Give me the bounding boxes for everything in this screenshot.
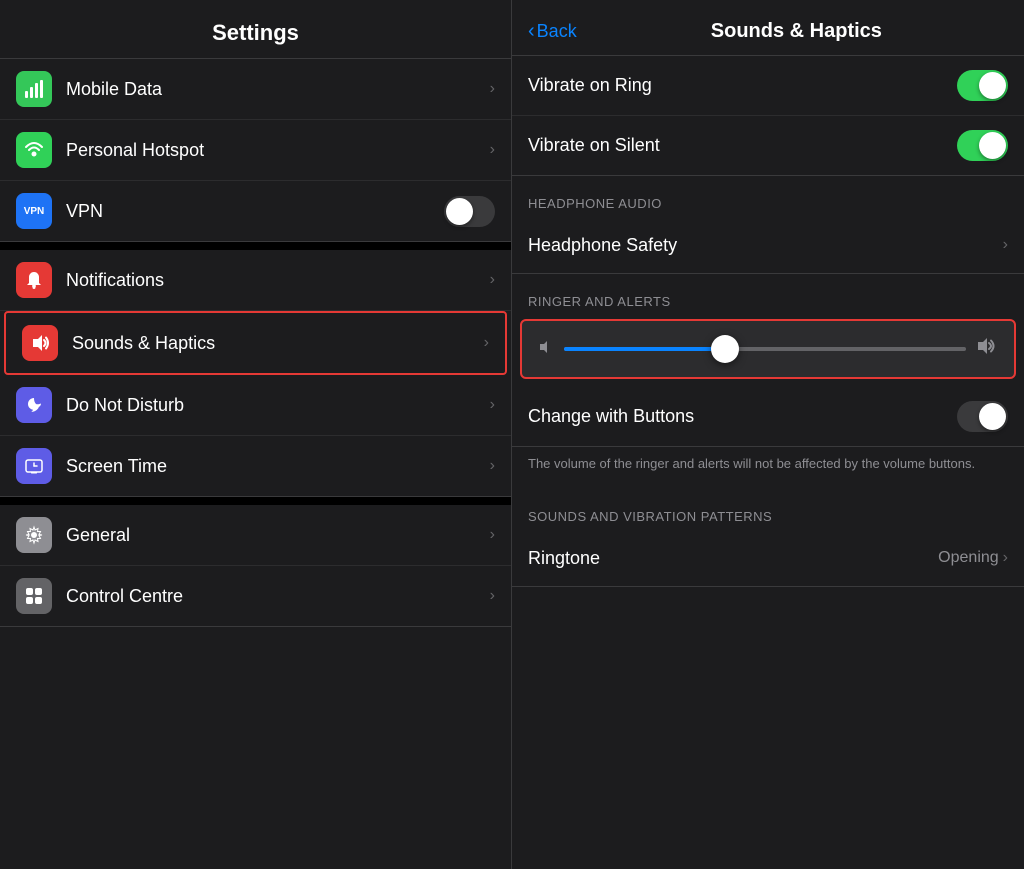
mobile-data-label: Mobile Data — [66, 79, 490, 100]
headphone-safety-chevron: › — [1003, 236, 1008, 254]
sidebar-item-personal-hotspot[interactable]: Personal Hotspot › — [0, 120, 511, 181]
vpn-text: VPN — [24, 206, 45, 217]
vpn-toggle-knob — [446, 198, 473, 225]
ringer-slider-thumb[interactable] — [711, 335, 739, 363]
vibrate-silent-label: Vibrate on Silent — [528, 135, 957, 156]
ringtone-chevron: › — [1003, 549, 1008, 567]
change-with-buttons-label: Change with Buttons — [528, 406, 957, 427]
sidebar-item-do-not-disturb[interactable]: Do Not Disturb › — [0, 375, 511, 436]
headphone-safety-label: Headphone Safety — [528, 235, 1003, 256]
ringtone-item[interactable]: Ringtone Opening › — [512, 530, 1024, 586]
ringer-section-header: RINGER AND ALERTS — [512, 274, 1024, 315]
vibrate-silent-item[interactable]: Vibrate on Silent — [512, 116, 1024, 175]
headphone-section: HEADPHONE AUDIO Headphone Safety › — [512, 176, 1024, 274]
slider-max-icon — [976, 335, 998, 363]
headphone-safety-item[interactable]: Headphone Safety › — [512, 217, 1024, 273]
ringer-slider-wrapper — [512, 319, 1024, 387]
control-centre-chevron: › — [490, 587, 495, 605]
general-chevron: › — [490, 526, 495, 544]
patterns-items: Ringtone Opening › — [512, 530, 1024, 587]
back-chevron-icon: ‹ — [528, 20, 535, 43]
sidebar-item-screen-time[interactable]: Screen Time › — [0, 436, 511, 496]
sounds-haptics-highlight: Sounds & Haptics › — [4, 311, 507, 375]
change-with-buttons-toggle[interactable] — [957, 401, 1008, 432]
vpn-label: VPN — [66, 201, 444, 222]
vpn-toggle[interactable] — [444, 196, 495, 227]
ringer-slider-fill — [564, 347, 725, 351]
vibrate-silent-knob — [979, 132, 1006, 159]
settings-title: Settings — [16, 20, 495, 46]
sidebar-item-sounds-haptics[interactable]: Sounds & Haptics › — [6, 313, 505, 373]
ringtone-value: Opening — [938, 549, 999, 567]
notifications-label: Notifications — [66, 270, 490, 291]
hotspot-chevron: › — [490, 141, 495, 159]
back-button[interactable]: ‹ Back — [528, 20, 577, 43]
ringer-section: RINGER AND ALERTS — [512, 274, 1024, 489]
change-with-buttons-section: Change with Buttons — [512, 387, 1024, 447]
screen-time-chevron: › — [490, 457, 495, 475]
vibrate-section: Vibrate on Ring Vibrate on Silent — [512, 56, 1024, 176]
sidebar-item-general[interactable]: General › — [0, 505, 511, 566]
sounds-haptics-header: ‹ Back Sounds & Haptics — [512, 0, 1024, 56]
hotspot-label: Personal Hotspot — [66, 140, 490, 161]
change-with-buttons-note: The volume of the ringer and alerts will… — [512, 447, 1024, 489]
screen-time-label: Screen Time — [66, 456, 490, 477]
patterns-section-header: SOUNDS AND VIBRATION PATTERNS — [512, 489, 1024, 530]
notifications-icon — [16, 262, 52, 298]
sounds-haptics-icon — [22, 325, 58, 361]
divider-1 — [0, 242, 511, 250]
notifications-chevron: › — [490, 271, 495, 289]
do-not-disturb-chevron: › — [490, 396, 495, 414]
patterns-section: SOUNDS AND VIBRATION PATTERNS Ringtone O… — [512, 489, 1024, 587]
settings-group-general: General › Control Centre › — [0, 505, 511, 627]
sounds-haptics-title: Sounds & Haptics — [711, 20, 882, 43]
vibrate-silent-toggle[interactable] — [957, 130, 1008, 161]
settings-list: Mobile Data › Personal Hotspot › VPN — [0, 59, 511, 869]
mobile-data-icon — [16, 71, 52, 107]
sounds-haptics-label: Sounds & Haptics — [72, 333, 484, 354]
screen-time-icon — [16, 448, 52, 484]
settings-left-panel: Settings Mobile Data › — [0, 0, 512, 869]
sidebar-item-notifications[interactable]: Notifications › — [0, 250, 511, 311]
vibrate-ring-toggle[interactable] — [957, 70, 1008, 101]
vibrate-ring-label: Vibrate on Ring — [528, 75, 957, 96]
sidebar-item-vpn[interactable]: VPN VPN — [0, 181, 511, 241]
vibrate-ring-item[interactable]: Vibrate on Ring — [512, 56, 1024, 116]
divider-2 — [0, 497, 511, 505]
headphone-items: Headphone Safety › — [512, 217, 1024, 274]
do-not-disturb-label: Do Not Disturb — [66, 395, 490, 416]
slider-min-icon — [538, 339, 554, 360]
settings-header: Settings — [0, 0, 511, 59]
control-centre-label: Control Centre — [66, 586, 490, 607]
headphone-section-header: HEADPHONE AUDIO — [512, 176, 1024, 217]
cwb-toggle-knob — [979, 403, 1006, 430]
vibrate-ring-knob — [979, 72, 1006, 99]
vpn-icon: VPN — [16, 193, 52, 229]
do-not-disturb-icon — [16, 387, 52, 423]
general-label: General — [66, 525, 490, 546]
settings-group-system: Notifications › Sounds & Haptics › — [0, 250, 511, 497]
back-label: Back — [537, 21, 577, 42]
sounds-haptics-content: Vibrate on Ring Vibrate on Silent HEADPH… — [512, 56, 1024, 869]
control-centre-icon — [16, 578, 52, 614]
sidebar-item-mobile-data[interactable]: Mobile Data › — [0, 59, 511, 120]
mobile-data-chevron: › — [490, 80, 495, 98]
ringer-slider-container[interactable] — [520, 319, 1016, 379]
general-icon — [16, 517, 52, 553]
ringer-slider-track[interactable] — [564, 347, 966, 351]
change-with-buttons-item[interactable]: Change with Buttons — [512, 387, 1024, 446]
settings-group-connectivity: Mobile Data › Personal Hotspot › VPN — [0, 59, 511, 242]
ringtone-label: Ringtone — [528, 548, 938, 569]
sidebar-item-control-centre[interactable]: Control Centre › — [0, 566, 511, 626]
hotspot-icon — [16, 132, 52, 168]
sounds-haptics-chevron: › — [484, 334, 489, 352]
sounds-haptics-panel: ‹ Back Sounds & Haptics Vibrate on Ring … — [512, 0, 1024, 869]
